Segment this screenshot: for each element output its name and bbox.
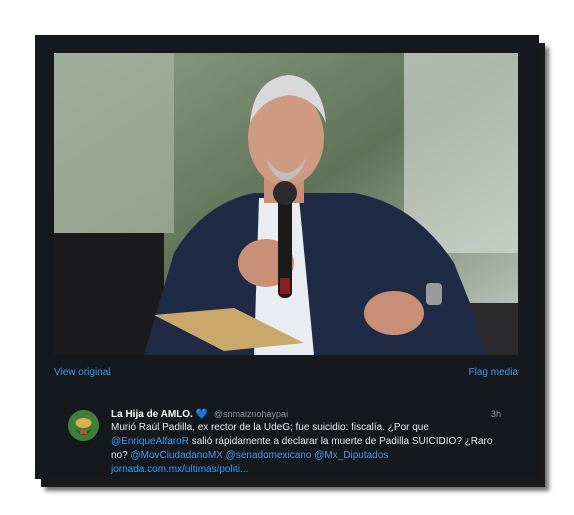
tweet-text-part-1: Murió Raúl Padilla, ex rector de la UdeG… bbox=[111, 422, 429, 433]
blue-heart-icon: 💙 bbox=[195, 409, 209, 420]
tweet-photo[interactable] bbox=[54, 53, 518, 355]
tweet-url-link[interactable]: jornada.com.mx/ultimas/politi... bbox=[111, 464, 248, 475]
display-name[interactable]: La Hija de AMLO. bbox=[111, 409, 193, 420]
avatar-emblem-icon bbox=[68, 410, 99, 441]
avatar[interactable] bbox=[68, 410, 99, 441]
media-viewer-card: View original Flag media La Hija de AMLO… bbox=[35, 35, 539, 479]
mention-mx-diputados[interactable]: @Mx_Diputados bbox=[314, 450, 388, 461]
tweet-timestamp[interactable]: 3h bbox=[491, 407, 501, 421]
view-original-link[interactable]: View original bbox=[54, 367, 111, 378]
user-handle[interactable]: @snmaiznohaypai bbox=[214, 409, 288, 419]
mention-enriquealfaror[interactable]: @EnriqueAlfaroR bbox=[111, 436, 189, 447]
tweet-header: La Hija de AMLO. 💙 @snmaiznohaypai 3h bbox=[111, 407, 501, 421]
mention-movciudadanomx[interactable]: @MovCiudadanoMX bbox=[130, 450, 222, 461]
tweet-body: La Hija de AMLO. 💙 @snmaiznohaypai 3h Mu… bbox=[111, 407, 501, 477]
tweet: La Hija de AMLO. 💙 @snmaiznohaypai 3h Mu… bbox=[68, 407, 508, 477]
mention-senadomexicano[interactable]: @senadomexicano bbox=[226, 450, 312, 461]
photo-illustration bbox=[54, 53, 518, 355]
flag-media-link[interactable]: Flag media bbox=[469, 367, 518, 378]
media-actions: View original Flag media bbox=[54, 367, 518, 383]
tweet-text: Murió Raúl Padilla, ex rector de la UdeG… bbox=[111, 421, 501, 477]
